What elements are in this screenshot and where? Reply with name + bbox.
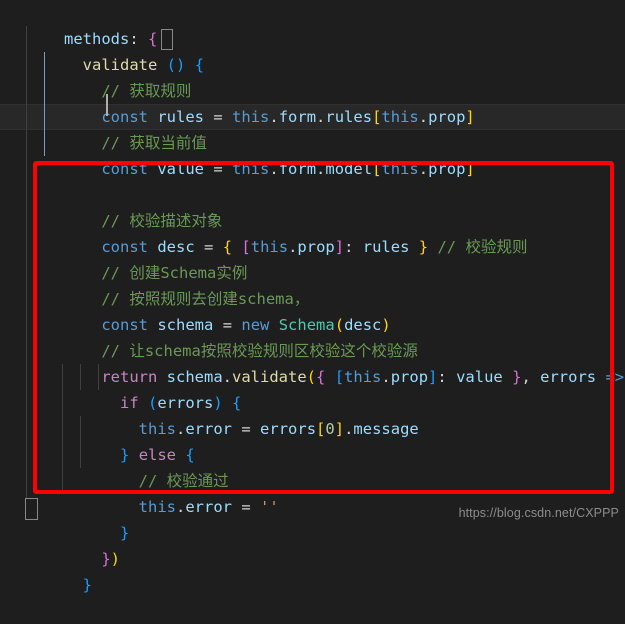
code-line-text: // 获取当前值	[64, 134, 207, 152]
code-editor[interactable]: methods: { validate () { // 获取规则 const r…	[0, 0, 625, 594]
code-line-text: // 按照规则去创建schema，	[64, 290, 310, 308]
code-line-text: const rules = this.form.rules[this.prop]	[101, 108, 475, 126]
code-line-text: validate () {	[82, 56, 205, 74]
code-line-text: if (errors) {	[120, 394, 242, 412]
code-line-text: // 让schema按照校验规则区校验这个校验源	[64, 342, 418, 360]
indent-guide	[26, 26, 27, 498]
text-cursor	[106, 94, 108, 116]
code-line-text: const desc = { [this.prop]: rules } // 校…	[101, 238, 528, 256]
code-line-text: // 创建Schema实例	[64, 264, 248, 282]
bracket-match-highlight	[25, 498, 38, 520]
watermark-text: https://blog.csdn.net/CXPPP	[458, 506, 619, 520]
code-line-text: }	[82, 576, 93, 594]
code-line-text: return schema.validate({ [this.prop]: va…	[101, 368, 625, 386]
indent-guide-active	[44, 52, 45, 156]
code-line-text: const value = this.form.model[this.prop]	[101, 160, 475, 178]
code-line[interactable]: // 校验描述对象	[0, 182, 625, 230]
code-line-text: // 获取规则	[64, 82, 192, 100]
code-line-text: } else {	[120, 446, 195, 464]
code-content[interactable]: methods: { validate () { // 获取规则 const r…	[0, 0, 625, 594]
code-line-text: // 校验通过	[64, 472, 229, 490]
code-line-text: this.error = ''	[138, 498, 279, 516]
code-line-text: methods: {	[64, 30, 158, 48]
code-line-text: this.error = errors[0].message	[138, 420, 419, 438]
bracket-match-highlight	[161, 29, 173, 50]
code-line-text: const schema = new Schema(desc)	[101, 316, 391, 334]
code-line-text: })	[101, 550, 121, 568]
code-line[interactable]: methods: {	[0, 0, 625, 48]
code-line-text: // 校验描述对象	[64, 212, 223, 230]
